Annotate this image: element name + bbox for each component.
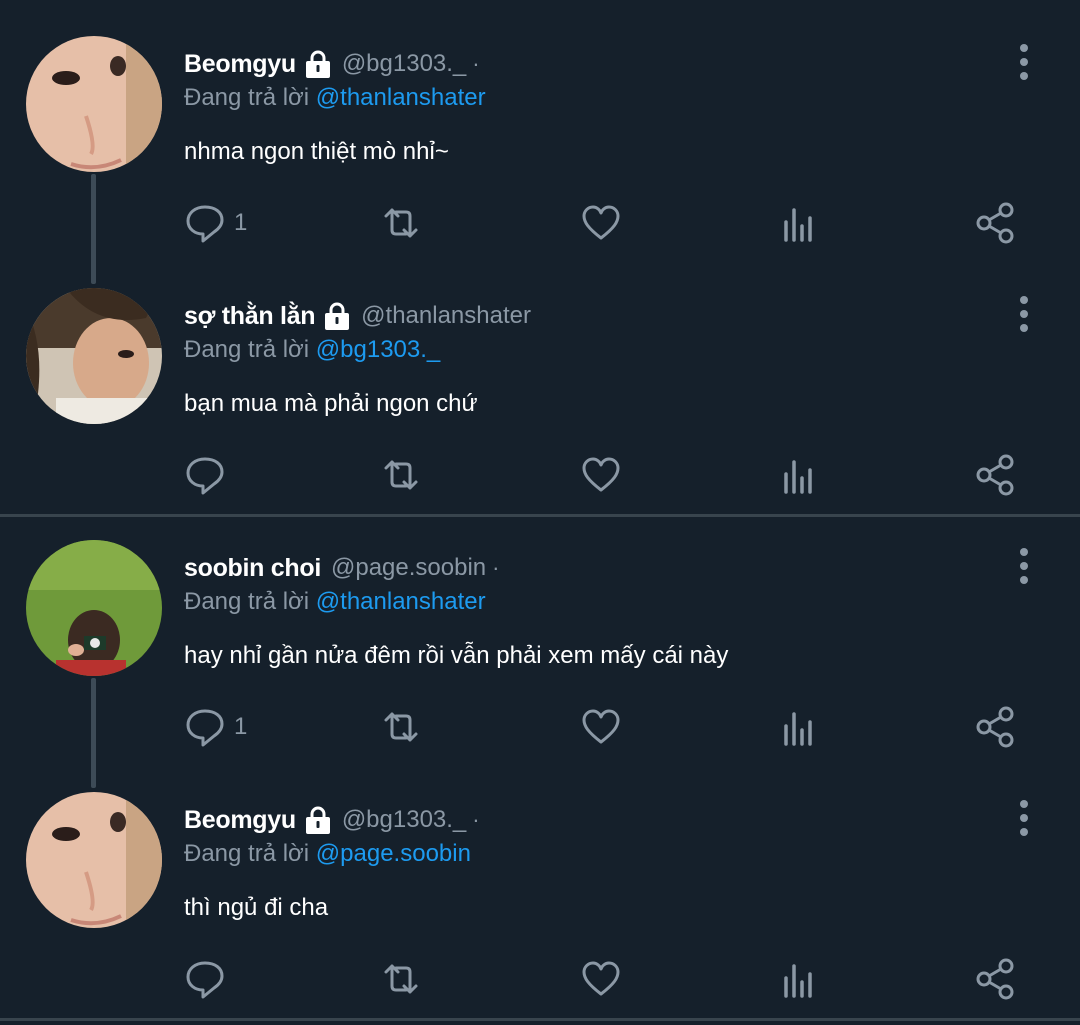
display-name[interactable]: Beomgyu bbox=[184, 50, 296, 79]
avatar-photo-icon bbox=[26, 36, 162, 172]
replying-prefix: Đang trả lời bbox=[184, 588, 310, 615]
retweet-button[interactable] bbox=[380, 702, 422, 752]
mention-link[interactable]: @page.soobin bbox=[316, 840, 471, 867]
retweet-icon bbox=[384, 964, 418, 994]
analytics-icon bbox=[784, 208, 812, 242]
analytics-button[interactable] bbox=[776, 450, 818, 500]
display-name[interactable]: soobin choi bbox=[184, 554, 321, 583]
retweet-button[interactable] bbox=[380, 198, 422, 248]
mention-link[interactable]: @thanlanshater bbox=[316, 84, 486, 111]
share-icon bbox=[976, 202, 1014, 244]
analytics-icon bbox=[784, 712, 812, 746]
replying-to: Đang trả lời @thanlanshater bbox=[184, 588, 486, 616]
avatar[interactable] bbox=[26, 36, 162, 172]
avatar-photo-icon bbox=[26, 792, 162, 928]
share-button[interactable] bbox=[974, 198, 1016, 248]
more-options-icon[interactable] bbox=[1012, 798, 1036, 838]
share-button[interactable] bbox=[974, 702, 1016, 752]
action-bar: 1 bbox=[184, 198, 1034, 248]
action-bar bbox=[184, 954, 1034, 1004]
reply-count: 1 bbox=[234, 209, 248, 236]
handle[interactable]: @thanlanshater bbox=[361, 302, 531, 330]
display-name[interactable]: Beomgyu bbox=[184, 806, 296, 835]
replying-to: Đang trả lời @page.soobin bbox=[184, 840, 471, 868]
more-options-icon[interactable] bbox=[1012, 546, 1036, 586]
retweet-icon bbox=[384, 712, 418, 742]
avatar-photo-icon bbox=[26, 288, 162, 424]
retweet-icon bbox=[384, 208, 418, 238]
avatar[interactable] bbox=[26, 540, 162, 676]
replying-to: Đang trả lời @thanlanshater bbox=[184, 84, 486, 112]
tweet-text: hay nhỉ gần nửa đêm rồi vẫn phải xem mấy… bbox=[184, 642, 729, 669]
avatar[interactable] bbox=[26, 288, 162, 424]
share-icon bbox=[976, 454, 1014, 496]
like-button[interactable] bbox=[580, 198, 622, 248]
share-button[interactable] bbox=[974, 954, 1016, 1004]
reply-icon bbox=[186, 709, 224, 747]
heart-icon bbox=[582, 457, 620, 492]
like-button[interactable] bbox=[580, 450, 622, 500]
analytics-button[interactable] bbox=[776, 702, 818, 752]
reply-icon bbox=[186, 961, 224, 999]
separator-dot: · bbox=[472, 807, 480, 832]
lock-icon bbox=[325, 302, 350, 330]
replying-prefix: Đang trả lời bbox=[184, 84, 310, 111]
lock-icon bbox=[305, 50, 330, 78]
analytics-button[interactable] bbox=[776, 954, 818, 1004]
analytics-button[interactable] bbox=[776, 198, 818, 248]
action-bar: 1 bbox=[184, 702, 1034, 752]
retweet-button[interactable] bbox=[380, 450, 422, 500]
replying-to: Đang trả lời @bg1303._ bbox=[184, 336, 440, 364]
tweet[interactable]: sợ thằn lằn @thanlanshater Đang trả lời … bbox=[0, 254, 1080, 506]
tweet[interactable]: Beomgyu @bg1303._ · Đang trả lời @page.s… bbox=[0, 758, 1080, 1010]
tweet[interactable]: soobin choi @page.soobin · Đang trả lời … bbox=[0, 506, 1080, 788]
tweet-header: Beomgyu @bg1303._ · bbox=[184, 802, 480, 838]
reply-icon bbox=[186, 457, 224, 495]
replying-prefix: Đang trả lời bbox=[184, 840, 310, 867]
handle[interactable]: @page.soobin bbox=[331, 554, 486, 582]
tweet-text: bạn mua mà phải ngon chứ bbox=[184, 390, 478, 417]
action-bar bbox=[184, 450, 1034, 500]
mention-link[interactable]: @thanlanshater bbox=[316, 588, 486, 615]
heart-icon bbox=[582, 205, 620, 240]
mention-link[interactable]: @bg1303._ bbox=[316, 336, 440, 363]
more-options-icon[interactable] bbox=[1012, 294, 1036, 334]
like-button[interactable] bbox=[580, 702, 622, 752]
reply-icon bbox=[186, 205, 224, 243]
separator-dot: · bbox=[472, 51, 480, 76]
heart-icon bbox=[582, 961, 620, 996]
tweet-header: sợ thằn lằn @thanlanshater bbox=[184, 298, 537, 334]
retweet-icon bbox=[384, 460, 418, 490]
more-options-icon[interactable] bbox=[1012, 42, 1036, 82]
thread-divider bbox=[0, 1018, 1080, 1021]
reply-button[interactable]: 1 bbox=[184, 702, 247, 752]
avatar[interactable] bbox=[26, 792, 162, 928]
lock-icon bbox=[305, 806, 330, 834]
tweet[interactable]: Beomgyu @bg1303._ · Đang trả lời @thanla… bbox=[0, 2, 1080, 284]
retweet-button[interactable] bbox=[380, 954, 422, 1004]
handle[interactable]: @bg1303._ bbox=[342, 806, 466, 834]
separator-dot: · bbox=[492, 555, 500, 580]
share-icon bbox=[976, 706, 1014, 748]
tweet-text: thì ngủ đi cha bbox=[184, 894, 329, 921]
display-name[interactable]: sợ thằn lằn bbox=[184, 302, 315, 331]
reply-button[interactable] bbox=[184, 954, 234, 1004]
avatar-photo-icon bbox=[26, 540, 162, 676]
replying-prefix: Đang trả lời bbox=[184, 336, 310, 363]
tweet-header: Beomgyu @bg1303._ · bbox=[184, 46, 480, 82]
reply-count: 1 bbox=[234, 713, 248, 740]
share-button[interactable] bbox=[974, 450, 1016, 500]
analytics-icon bbox=[784, 460, 812, 494]
reply-button[interactable] bbox=[184, 450, 234, 500]
heart-icon bbox=[582, 709, 620, 744]
handle[interactable]: @bg1303._ bbox=[342, 50, 466, 78]
share-icon bbox=[976, 958, 1014, 1000]
like-button[interactable] bbox=[580, 954, 622, 1004]
analytics-icon bbox=[784, 964, 812, 998]
reply-button[interactable]: 1 bbox=[184, 198, 247, 248]
tweet-text: nhma ngon thiệt mò nhỉ~ bbox=[184, 138, 449, 165]
tweet-header: soobin choi @page.soobin · bbox=[184, 550, 499, 586]
